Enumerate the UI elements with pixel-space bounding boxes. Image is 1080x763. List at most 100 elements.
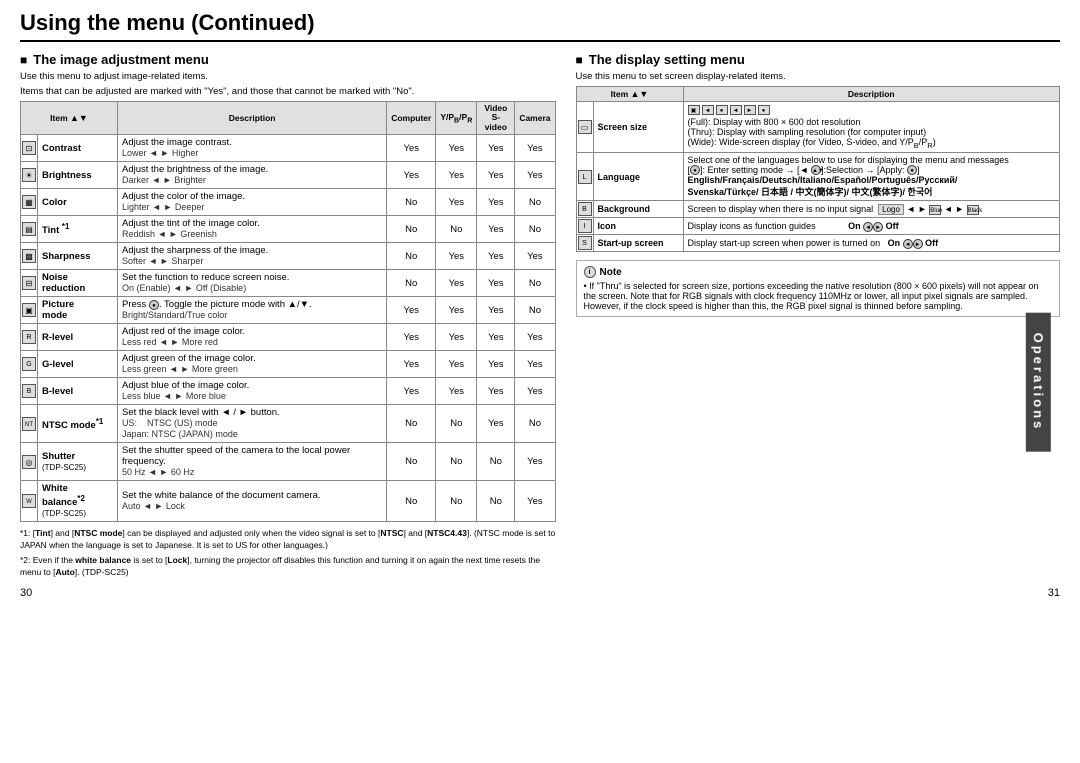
item-label-noise: Noisereduction (38, 270, 118, 297)
item-label-language: Language (593, 152, 683, 201)
computer-ntsc: No (387, 405, 436, 443)
item-icon-tint: ▤ (21, 216, 38, 243)
table-row: ▦ Color Adjust the color of the image.Li… (21, 189, 556, 216)
item-label-picture: Picturemode (38, 297, 118, 324)
th-camera: Camera (515, 102, 555, 135)
computer-shutter: No (387, 443, 436, 481)
image-adjustment-table: Item ▲▼ Description Computer Y/PB/PR Vid… (20, 101, 556, 522)
table-row: R R-level Adjust red of the image color.… (21, 324, 556, 351)
computer-picture: Yes (387, 297, 436, 324)
computer-contrast: Yes (387, 135, 436, 162)
ypbpr-contrast: Yes (436, 135, 477, 162)
desc-screen: ▣◄●◄►● (Full): Display with 800 × 600 do… (683, 102, 1060, 153)
item-icon-icon: I (576, 218, 593, 235)
desc-tint: Adjust the tint of the image color.Reddi… (118, 216, 387, 243)
footnotes: *1: [Tint] and [NTSC mode] can be displa… (20, 528, 556, 579)
ypbpr-blevel: Yes (436, 378, 477, 405)
left-section-title: The image adjustment menu (20, 52, 556, 67)
display-setting-table: Item ▲▼ Description ▭ Screen size ▣◄●◄►●… (576, 86, 1061, 252)
page-title: Using the menu (Continued) (20, 10, 1060, 42)
left-section: The image adjustment menu Use this menu … (20, 52, 556, 579)
table-row: ▣ Picturemode Press ●. Toggle the pictur… (21, 297, 556, 324)
ypbpr-color: Yes (436, 189, 477, 216)
note-icon: i (584, 266, 596, 278)
item-label-background: Background (593, 201, 683, 218)
right-subtitle: Use this menu to set screen display-rela… (576, 71, 1061, 82)
camera-tint: No (515, 216, 555, 243)
desc-shutter: Set the shutter speed of the camera to t… (118, 443, 387, 481)
item-icon-brightness: ☀ (21, 162, 38, 189)
table-row: ⊡ Contrast Adjust the image contrast.Low… (21, 135, 556, 162)
computer-sharpness: No (387, 243, 436, 270)
item-label-shutter: Shutter(TDP-SC25) (38, 443, 118, 481)
table-row: NT NTSC mode*1 Set the black level with … (21, 405, 556, 443)
desc-language: Select one of the languages below to use… (683, 152, 1060, 201)
left-subtitle1: Use this menu to adjust image-related it… (20, 71, 556, 82)
computer-color: No (387, 189, 436, 216)
ypbpr-picture: Yes (436, 297, 477, 324)
ypbpr-tint: No (436, 216, 477, 243)
ypbpr-shutter: No (436, 443, 477, 481)
desc-noise: Set the function to reduce screen noise.… (118, 270, 387, 297)
footnote-1: *1: [Tint] and [NTSC mode] can be displa… (20, 528, 556, 552)
note-box: i Note • If "Thru" is selected for scree… (576, 260, 1061, 317)
video-color: Yes (477, 189, 515, 216)
right-section-title: The display setting menu (576, 52, 1061, 67)
desc-blevel: Adjust blue of the image color.Less blue… (118, 378, 387, 405)
item-label-brightness: Brightness (38, 162, 118, 189)
video-ntsc: Yes (477, 405, 515, 443)
item-icon-startup: S (576, 235, 593, 252)
computer-noise: No (387, 270, 436, 297)
desc-icon: Display icons as function guides On ◄► O… (683, 218, 1060, 235)
note-content: • If "Thru" is selected for screen size,… (584, 281, 1053, 311)
table-row: G G-level Adjust green of the image colo… (21, 351, 556, 378)
page-right: 31 (1048, 587, 1060, 599)
video-tint: Yes (477, 216, 515, 243)
desc-background: Screen to display when there is no input… (683, 201, 1060, 218)
table-row: B Background Screen to display when ther… (576, 201, 1060, 218)
item-label-startup: Start-up screen (593, 235, 683, 252)
desc-glevel: Adjust green of the image color.Less gre… (118, 351, 387, 378)
video-rlevel: Yes (477, 324, 515, 351)
item-label-glevel: G-level (38, 351, 118, 378)
camera-white: Yes (515, 481, 555, 522)
ypbpr-noise: Yes (436, 270, 477, 297)
video-brightness: Yes (477, 162, 515, 189)
table-row: W Whitebalance*2(TDP-SC25) Set the white… (21, 481, 556, 522)
computer-glevel: Yes (387, 351, 436, 378)
camera-picture: No (515, 297, 555, 324)
item-icon-language: L (576, 152, 593, 201)
item-icon-ntsc: NT (21, 405, 38, 443)
camera-shutter: Yes (515, 443, 555, 481)
computer-blevel: Yes (387, 378, 436, 405)
video-picture: Yes (477, 297, 515, 324)
item-icon-shutter: ◎ (21, 443, 38, 481)
footnote-2: *2: Even if the white balance is set to … (20, 555, 556, 579)
table-row: ⊟ Noisereduction Set the function to red… (21, 270, 556, 297)
table-row: ▩ Sharpness Adjust the sharpness of the … (21, 243, 556, 270)
item-label-tint: Tint *1 (38, 216, 118, 243)
th-description: Description (118, 102, 387, 135)
camera-rlevel: Yes (515, 324, 555, 351)
ypbpr-ntsc: No (436, 405, 477, 443)
operations-tab: Operations (1026, 312, 1051, 451)
computer-white: No (387, 481, 436, 522)
item-label-white: Whitebalance*2(TDP-SC25) (38, 481, 118, 522)
video-contrast: Yes (477, 135, 515, 162)
right-section: The display setting menu Use this menu t… (576, 52, 1061, 579)
computer-tint: No (387, 216, 436, 243)
camera-blevel: Yes (515, 378, 555, 405)
item-label-color: Color (38, 189, 118, 216)
th-item: Item ▲▼ (21, 102, 118, 135)
camera-ntsc: No (515, 405, 555, 443)
item-label-blevel: B-level (38, 378, 118, 405)
ypbpr-glevel: Yes (436, 351, 477, 378)
table-row: I Icon Display icons as function guides … (576, 218, 1060, 235)
table-row: S Start-up screen Display start-up scree… (576, 235, 1060, 252)
video-noise: Yes (477, 270, 515, 297)
item-label-screen: Screen size (593, 102, 683, 153)
video-glevel: Yes (477, 351, 515, 378)
desc-rlevel: Adjust red of the image color.Less red ◄… (118, 324, 387, 351)
desc-color: Adjust the color of the image.Lighter ◄ … (118, 189, 387, 216)
th-item-right: Item ▲▼ (576, 87, 683, 102)
